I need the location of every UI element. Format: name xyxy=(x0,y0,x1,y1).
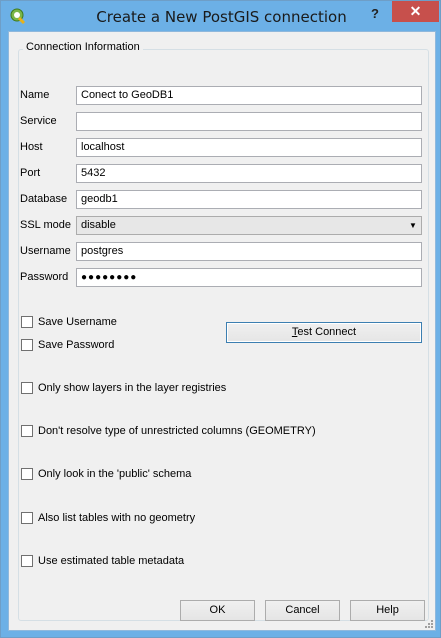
close-button[interactable]: ✕ xyxy=(392,1,439,22)
dialog-body: Connection Information Name Conect to Ge… xyxy=(8,31,436,631)
name-input[interactable]: Conect to GeoDB1 xyxy=(76,86,422,105)
save-password-label[interactable]: Save Password xyxy=(38,338,114,352)
database-input[interactable]: geodb1 xyxy=(76,190,422,209)
help-button[interactable]: Help xyxy=(350,600,425,621)
username-input[interactable]: postgres xyxy=(76,242,422,261)
ssl-mode-select[interactable]: disable ▼ xyxy=(76,216,422,235)
dont-resolve-checkbox[interactable] xyxy=(21,425,33,437)
port-input[interactable]: 5432 xyxy=(76,164,422,183)
help-title-button[interactable]: ? xyxy=(363,4,387,24)
ok-button[interactable]: OK xyxy=(180,600,255,621)
test-connect-button[interactable]: Test Connect xyxy=(226,322,422,343)
test-connect-label: est Connect xyxy=(297,326,357,338)
password-label: Password xyxy=(20,271,69,283)
estimated-metadata-checkbox[interactable] xyxy=(21,555,33,567)
username-label: Username xyxy=(20,245,71,257)
password-input[interactable]: ●●●●●●●● xyxy=(76,268,422,287)
title-bar[interactable]: Create a New PostGIS connection ? ✕ xyxy=(1,1,440,31)
dialog-window: Create a New PostGIS connection ? ✕ Conn… xyxy=(0,0,441,638)
ssl-mode-value: disable xyxy=(81,219,116,231)
dont-resolve-label[interactable]: Don't resolve type of unrestricted colum… xyxy=(38,424,316,438)
host-label: Host xyxy=(20,141,43,153)
save-password-checkbox[interactable] xyxy=(21,339,33,351)
save-username-label[interactable]: Save Username xyxy=(38,315,117,329)
ssl-mode-label: SSL mode xyxy=(20,219,71,231)
name-label: Name xyxy=(20,89,50,101)
no-geometry-label[interactable]: Also list tables with no geometry xyxy=(38,511,195,525)
port-label: Port xyxy=(20,167,41,179)
only-registries-label[interactable]: Only show layers in the layer registries xyxy=(38,381,226,395)
group-title: Connection Information xyxy=(23,41,143,53)
resize-grip-icon[interactable] xyxy=(423,618,433,628)
public-schema-label[interactable]: Only look in the 'public' schema xyxy=(38,467,191,481)
estimated-metadata-label[interactable]: Use estimated table metadata xyxy=(38,554,184,568)
host-input[interactable]: localhost xyxy=(76,138,422,157)
chevron-down-icon[interactable]: ▼ xyxy=(405,217,421,234)
service-label: Service xyxy=(20,115,57,127)
public-schema-checkbox[interactable] xyxy=(21,468,33,480)
service-input[interactable] xyxy=(76,112,422,131)
only-registries-checkbox[interactable] xyxy=(21,382,33,394)
database-label: Database xyxy=(20,193,68,205)
save-username-checkbox[interactable] xyxy=(21,316,33,328)
cancel-button[interactable]: Cancel xyxy=(265,600,340,621)
no-geometry-checkbox[interactable] xyxy=(21,512,33,524)
